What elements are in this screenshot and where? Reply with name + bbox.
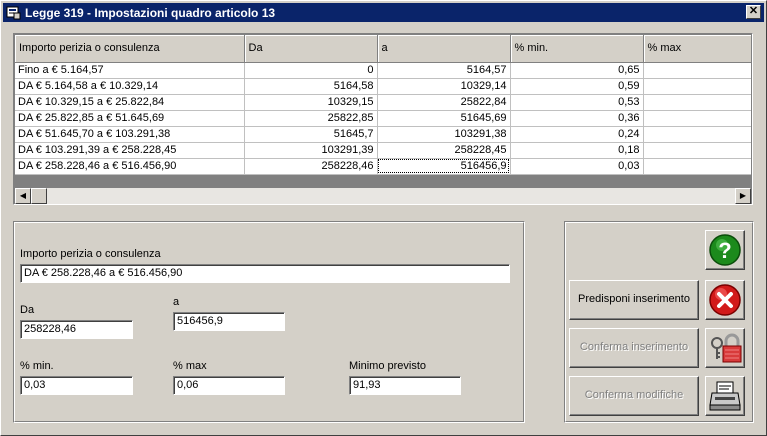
- cell-importo[interactable]: DA € 25.822,85 a € 51.645,69: [15, 110, 245, 127]
- scroll-right-button[interactable]: ▶: [735, 188, 751, 204]
- cell-max[interactable]: 0: [643, 126, 751, 143]
- rates-table: Importo perizia o consulenza Da a % min.…: [15, 35, 751, 175]
- cell-da[interactable]: 25822,85: [244, 110, 378, 127]
- cancel-button[interactable]: [705, 280, 745, 320]
- svg-text:?: ?: [718, 238, 731, 263]
- cell-min[interactable]: 0,03: [510, 158, 644, 175]
- print-button[interactable]: [705, 376, 745, 416]
- max-field[interactable]: 0,06: [173, 376, 285, 395]
- min-label: % min.: [20, 360, 54, 372]
- help-icon: ?: [709, 234, 741, 266]
- cell-importo[interactable]: DA € 5.164,58 a € 10.329,14: [15, 78, 245, 95]
- cell-da[interactable]: 0: [244, 62, 378, 79]
- detail-panel: Importo perizia o consulenza DA € 258.22…: [13, 221, 525, 423]
- cell-importo[interactable]: DA € 51.645,70 a € 103.291,38: [15, 126, 245, 143]
- conferma-inserimento-button[interactable]: Conferma inserimento: [569, 328, 699, 368]
- importo-field[interactable]: DA € 258.228,46 a € 516.456,90: [20, 264, 510, 283]
- column-header-max[interactable]: % max: [643, 35, 751, 63]
- cell-importo[interactable]: DA € 258.228,46 a € 516.456,90: [15, 158, 245, 175]
- cell-importo[interactable]: DA € 103.291,39 a € 258.228,45: [15, 142, 245, 159]
- main-window: Legge 319 - Impostazioni quadro articolo…: [0, 0, 767, 436]
- min-field[interactable]: 0,03: [20, 376, 133, 395]
- table-row[interactable]: DA € 258.228,46 a € 516.456,90 258228,46…: [15, 158, 751, 175]
- cell-a[interactable]: 5164,57: [377, 62, 511, 79]
- cell-min[interactable]: 0,18: [510, 142, 644, 159]
- cell-da[interactable]: 5164,58: [244, 78, 378, 95]
- cell-da[interactable]: 258228,46: [244, 158, 378, 175]
- close-button[interactable]: ✕: [746, 5, 761, 19]
- column-header-importo[interactable]: Importo perizia o consulenza: [15, 35, 245, 63]
- cell-min[interactable]: 0,36: [510, 110, 644, 127]
- conferma-modifiche-button[interactable]: Conferma modifiche: [569, 376, 699, 416]
- table-row[interactable]: DA € 103.291,39 a € 258.228,45 103291,39…: [15, 142, 751, 159]
- cell-importo[interactable]: Fino a € 5.164,57: [15, 62, 245, 79]
- horizontal-scrollbar[interactable]: ◀ ▶: [15, 188, 751, 204]
- max-label: % max: [173, 360, 207, 372]
- minimo-label: Minimo previsto: [349, 360, 427, 372]
- predisponi-inserimento-button[interactable]: Predisponi inserimento: [569, 280, 699, 320]
- actions-panel: Predisponi inserimento Conferma inserime…: [564, 221, 754, 423]
- table-header-row: Importo perizia o consulenza Da a % min.…: [15, 35, 751, 63]
- cell-max[interactable]: 1: [643, 62, 751, 79]
- a-field[interactable]: 516456,9: [173, 312, 285, 331]
- importo-label: Importo perizia o consulenza: [20, 248, 161, 260]
- app-icon: [6, 6, 21, 20]
- da-field[interactable]: 258228,46: [20, 320, 133, 339]
- conferma-modifiche-label: Conferma modifiche: [584, 389, 684, 401]
- cell-min[interactable]: 0,53: [510, 94, 644, 111]
- table-row[interactable]: DA € 51.645,70 a € 103.291,38 51645,7 10…: [15, 126, 751, 143]
- predisponi-label: Predisponi inserimento: [578, 293, 690, 305]
- cell-max[interactable]: 1: [643, 78, 751, 95]
- column-header-a[interactable]: a: [377, 35, 511, 63]
- scroll-thumb[interactable]: [31, 188, 47, 204]
- scroll-left-button[interactable]: ◀: [15, 188, 31, 204]
- cell-min[interactable]: 0,59: [510, 78, 644, 95]
- rates-grid[interactable]: Importo perizia o consulenza Da a % min.…: [13, 33, 753, 205]
- cell-max[interactable]: 0: [643, 158, 751, 175]
- table-row[interactable]: Fino a € 5.164,57 0 5164,57 0,65 1: [15, 62, 751, 79]
- help-button[interactable]: ?: [705, 230, 745, 270]
- cell-da[interactable]: 51645,7: [244, 126, 378, 143]
- cell-a[interactable]: 103291,38: [377, 126, 511, 143]
- minimo-field[interactable]: 91,93: [349, 376, 461, 395]
- cell-max[interactable]: 0: [643, 142, 751, 159]
- lock-keys-icon: [711, 333, 742, 363]
- cell-da[interactable]: 10329,15: [244, 94, 378, 111]
- conferma-inserimento-label: Conferma inserimento: [579, 341, 689, 353]
- table-row[interactable]: DA € 10.329,15 a € 25.822,84 10329,15 25…: [15, 94, 751, 111]
- table-row[interactable]: DA € 25.822,85 a € 51.645,69 25822,85 51…: [15, 110, 751, 127]
- column-header-min[interactable]: % min.: [510, 35, 644, 63]
- cell-min[interactable]: 0,65: [510, 62, 644, 79]
- cell-a[interactable]: 258228,45: [377, 142, 511, 159]
- cell-max[interactable]: 0: [643, 110, 751, 127]
- da-label: Da: [20, 304, 35, 316]
- a-label: a: [173, 296, 180, 308]
- title-bar: Legge 319 - Impostazioni quadro articolo…: [3, 3, 764, 22]
- column-header-da[interactable]: Da: [244, 35, 378, 63]
- cell-da[interactable]: 103291,39: [244, 142, 378, 159]
- cell-a[interactable]: 10329,14: [377, 78, 511, 95]
- lock-button[interactable]: [705, 328, 745, 368]
- cell-min[interactable]: 0,24: [510, 126, 644, 143]
- cell-a[interactable]: 51645,69: [377, 110, 511, 127]
- printer-icon: [709, 381, 741, 411]
- window-title: Legge 319 - Impostazioni quadro articolo…: [25, 6, 276, 20]
- cancel-icon: [709, 284, 741, 316]
- cell-a-selected[interactable]: 516456,9: [377, 158, 511, 175]
- table-row[interactable]: DA € 5.164,58 a € 10.329,14 5164,58 1032…: [15, 78, 751, 95]
- cell-max[interactable]: 1: [643, 94, 751, 111]
- cell-a[interactable]: 25822,84: [377, 94, 511, 111]
- cell-importo[interactable]: DA € 10.329,15 a € 25.822,84: [15, 94, 245, 111]
